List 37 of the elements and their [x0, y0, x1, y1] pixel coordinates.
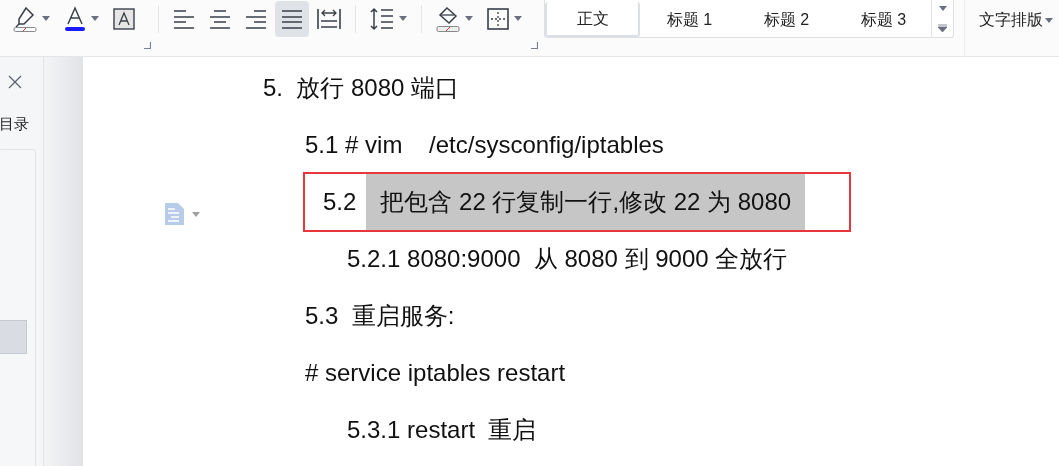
caret-icon — [91, 16, 99, 21]
panel-title: 目录 — [0, 114, 29, 134]
character-shading-icon — [113, 7, 135, 30]
shading-icon — [436, 5, 460, 32]
caret-icon — [1045, 17, 1053, 23]
justify-icon — [281, 8, 303, 29]
distribute-icon — [317, 7, 341, 30]
paragraph-text: 5.1 # vim /etc/sysconfig/iptables — [305, 129, 664, 160]
caret-icon — [465, 16, 473, 21]
line-spacing-icon — [370, 6, 394, 31]
paragraph-number: 5.2 — [322, 186, 358, 217]
close-icon[interactable] — [7, 74, 23, 90]
justify-button[interactable] — [275, 0, 309, 37]
align-left-icon — [173, 8, 195, 29]
style-option[interactable]: 标题 1 — [642, 2, 737, 37]
paragraph-text: 5.3 重启服务: — [305, 300, 455, 331]
caret-icon — [42, 16, 50, 21]
font-color-icon — [64, 5, 86, 32]
style-option[interactable]: 正文 — [545, 2, 640, 37]
align-center-icon — [209, 8, 231, 29]
highlighter-icon — [13, 5, 37, 32]
style-option[interactable]: 标题 3 — [836, 2, 931, 37]
text-layout-button[interactable]: 文字排版 — [979, 8, 1053, 32]
caret-icon — [514, 16, 522, 21]
more-styles-icon[interactable] — [938, 23, 947, 32]
dialog-launcher-icon[interactable] — [144, 42, 151, 49]
paragraph-text: 5.3.1 restart 重启 — [347, 414, 537, 445]
paragraph-text: 5.2.1 8080:9000 从 8080 到 9000 全放行 — [347, 243, 788, 274]
caret-icon — [399, 16, 407, 21]
scroll-up-icon[interactable] — [938, 6, 947, 12]
dialog-launcher-icon[interactable] — [531, 42, 538, 49]
paragraph-text: 5. 放行 8080 端口 — [263, 72, 460, 103]
borders-icon — [487, 7, 509, 30]
paragraph-text: # service iptables restart — [305, 357, 566, 388]
paragraph-text: 把包含 22 行复制一行,修改 22 为 8080 — [366, 173, 806, 230]
style-option[interactable]: 标题 2 — [739, 2, 834, 37]
align-right-icon — [245, 8, 267, 29]
